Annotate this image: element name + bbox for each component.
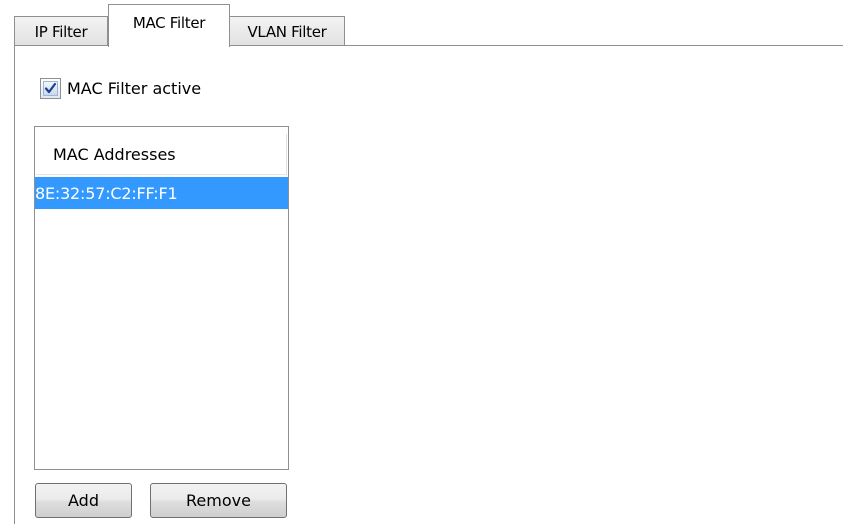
tab-ip-filter[interactable]: IP Filter xyxy=(14,16,108,46)
checkmark-icon xyxy=(44,82,57,94)
mac-filter-active-checkbox[interactable] xyxy=(40,78,61,99)
tab-vlan-filter-label: VLAN Filter xyxy=(247,22,327,41)
remove-button-label: Remove xyxy=(186,491,251,510)
mac-addresses-header-label: MAC Addresses xyxy=(53,144,176,164)
tab-mac-filter[interactable]: MAC Filter xyxy=(108,4,230,47)
tab-ip-filter-label: IP Filter xyxy=(34,22,88,41)
tab-mac-filter-label: MAC Filter xyxy=(132,14,206,32)
mac-address-value: 8E:32:57:C2:FF:F1 xyxy=(35,183,178,203)
mac-filter-active-label: MAC Filter active xyxy=(67,79,202,98)
add-button[interactable]: Add xyxy=(35,483,132,518)
mac-addresses-column-header[interactable]: MAC Addresses xyxy=(36,134,287,175)
remove-button[interactable]: Remove xyxy=(150,483,287,518)
mac-filter-active-row[interactable]: MAC Filter active xyxy=(40,78,201,99)
tab-vlan-filter[interactable]: VLAN Filter xyxy=(229,16,345,46)
checkbox-inner xyxy=(43,81,58,96)
add-button-label: Add xyxy=(68,491,99,510)
mac-address-list[interactable]: MAC Addresses 8E:32:57:C2:FF:F1 xyxy=(34,126,289,470)
tab-strip: IP Filter VLAN Filter MAC Filter xyxy=(0,0,843,47)
list-item[interactable]: 8E:32:57:C2:FF:F1 xyxy=(35,177,288,209)
tab-panel-left-border xyxy=(14,45,15,524)
filter-settings-window: IP Filter VLAN Filter MAC Filter MAC Fil… xyxy=(0,0,843,524)
